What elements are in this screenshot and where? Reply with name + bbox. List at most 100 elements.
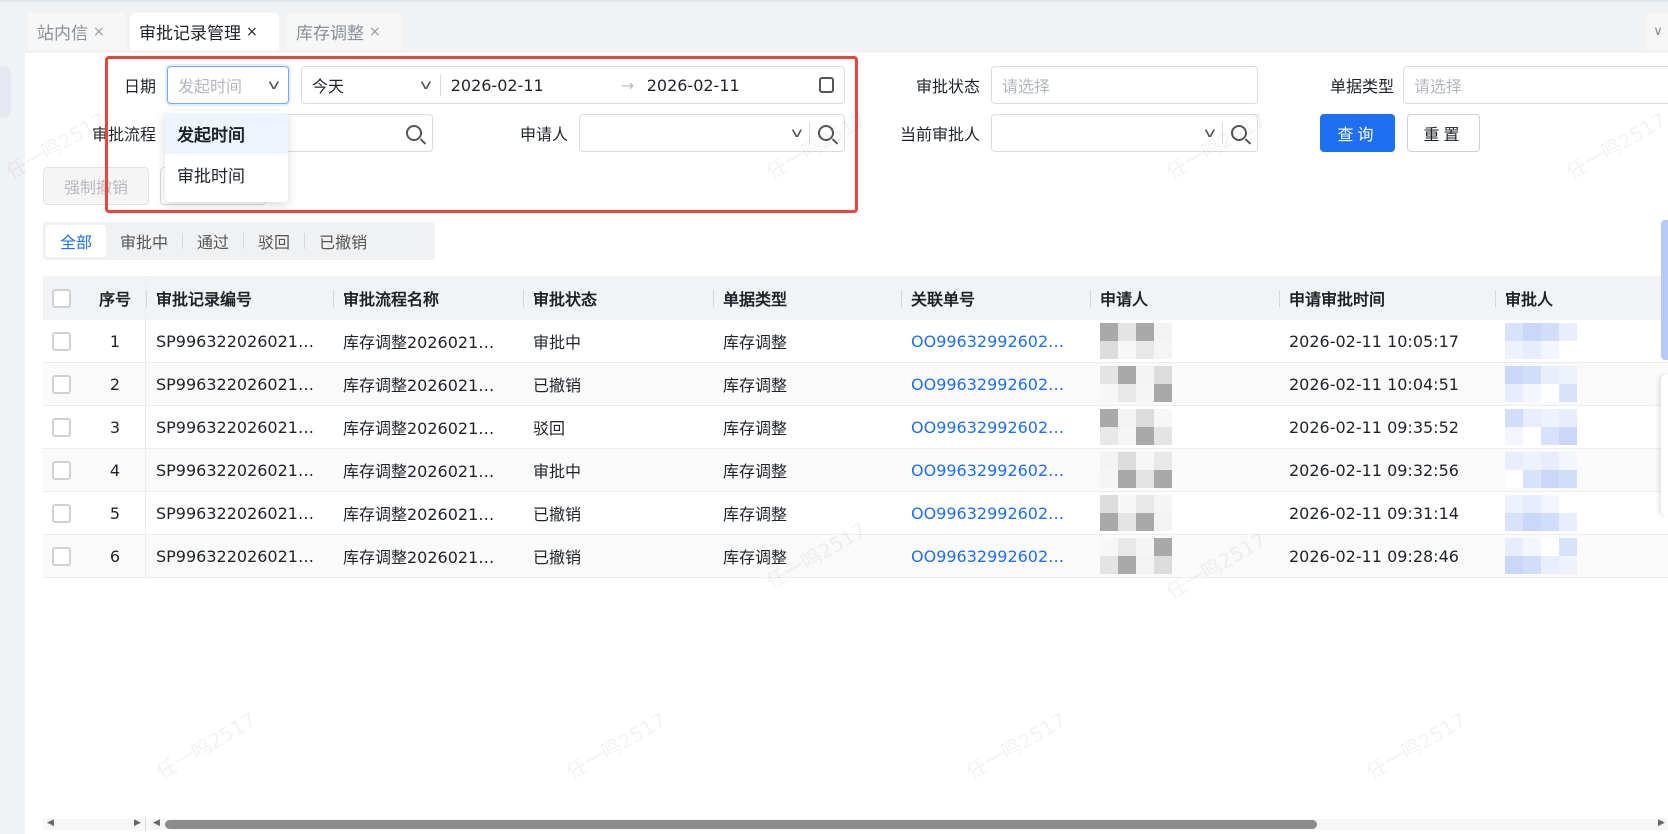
column-header: 申请审批时间 (1279, 276, 1495, 320)
doc-type: 库存调整 (723, 376, 788, 395)
column-header: 序号 (85, 276, 146, 320)
query-button[interactable]: 查询 (1320, 114, 1395, 152)
applicant-cell (1090, 492, 1279, 534)
scroll-left-arrow-icon[interactable]: ◀ (153, 818, 160, 828)
date-start-input[interactable]: 2026-02-11 (451, 76, 621, 95)
column-header: 审批记录编号 (146, 276, 333, 320)
tabs-more-button[interactable]: ∨ (1646, 13, 1668, 50)
row-select-cell (43, 535, 85, 577)
row-checkbox[interactable] (52, 417, 71, 437)
date-type-select[interactable]: 发起时间 v (167, 66, 289, 104)
date-preset-select[interactable]: 今天 (312, 73, 422, 97)
tab-station-message[interactable]: 站内信 × (28, 13, 126, 50)
current-approver-label: 当前审批人 (899, 125, 980, 144)
scroll-right-arrow-icon[interactable]: ▶ (134, 818, 141, 828)
status-select[interactable]: 请选择 (991, 66, 1258, 104)
tab-label: 审批记录管理 (139, 24, 241, 44)
search-icon[interactable] (406, 125, 422, 141)
column-header: 审批流程名称 (333, 276, 523, 320)
tab-inventory-adjust[interactable]: 库存调整 × (287, 13, 401, 50)
status-tab-all[interactable]: 全部 (46, 225, 107, 257)
select-all-checkbox[interactable] (52, 288, 71, 308)
blurred-applicant (1100, 495, 1172, 531)
tab-approval-records[interactable]: 审批记录管理 × (130, 13, 279, 50)
sidebar-active-indicator[interactable] (0, 66, 11, 118)
doc-type-label: 单据类型 (1329, 77, 1394, 96)
current-approver-select[interactable]: v (991, 114, 1258, 152)
approval-status: 已撤销 (533, 376, 582, 395)
table-row[interactable]: 2 SP996322026021… 库存调整2026021… 已撤销 库存调整 OO996… (43, 363, 1668, 406)
table-row[interactable]: 3 SP996322026021… 库存调整2026021… 驳回 库存调整 OO9963… (43, 406, 1668, 449)
calendar-icon[interactable] (819, 77, 834, 93)
date-range-picker[interactable]: 今天 v 2026-02-11 → 2026-02-11 (301, 66, 845, 104)
table-row[interactable]: 5 SP996322026021… 库存调整2026021… 已撤销 库存调整 OO996… (43, 492, 1668, 535)
side-panel-edge (1661, 375, 1668, 515)
column-header: 审批状态 (523, 276, 713, 320)
table-row[interactable]: 6 SP996322026021… 库存调整2026021… 已撤销 库存调整 OO996… (43, 535, 1668, 578)
status-label: 审批状态 (915, 77, 980, 96)
approval-status: 审批中 (533, 333, 582, 352)
applicant-select[interactable]: v (579, 114, 845, 152)
apply-time: 2026-02-11 09:35:52 (1289, 417, 1459, 437)
table-row[interactable]: 4 SP996322026021… 库存调整2026021… 审批中 库存调整 OO996… (43, 449, 1668, 492)
scroll-right-arrow-icon[interactable]: ▶ (1658, 818, 1665, 828)
record-number: SP996322026021… (156, 503, 314, 523)
close-icon[interactable]: × (246, 24, 258, 40)
related-doc-link[interactable]: OO99632992602… (901, 320, 1090, 362)
row-checkbox[interactable] (52, 331, 71, 351)
dropdown-option-approval-time[interactable]: 审批时间 (165, 154, 288, 195)
watermark: 任一鸣2517 (562, 707, 671, 784)
apply-time: 2026-02-11 09:31:14 (1289, 503, 1459, 523)
approval-records-table: 序号 审批记录编号 审批流程名称 审批状态 单据类型 关联单号 申请人 申请审批… (43, 276, 1668, 578)
close-icon[interactable]: × (93, 24, 105, 40)
related-doc-link[interactable]: OO99632992602… (901, 449, 1090, 491)
placeholder: 请选择 (1002, 77, 1051, 96)
doc-type-select[interactable]: 请选择 (1403, 66, 1668, 104)
scroll-left-arrow-icon[interactable]: ◀ (47, 818, 54, 828)
apply-time: 2026-02-11 10:04:51 (1289, 374, 1459, 394)
related-doc-link[interactable]: OO99632992602… (901, 406, 1090, 448)
row-checkbox[interactable] (52, 503, 71, 523)
status-tab-rejected[interactable]: 驳回 (244, 225, 304, 257)
status-tab-revoked[interactable]: 已撤销 (305, 225, 381, 257)
approver-cell (1495, 535, 1668, 577)
blurred-applicant (1100, 538, 1172, 574)
blurred-approver (1505, 366, 1577, 402)
divider (809, 122, 810, 144)
row-checkbox[interactable] (52, 546, 71, 566)
applicant-label: 申请人 (519, 125, 568, 144)
date-label: 日期 (123, 77, 156, 96)
row-number: 2 (85, 363, 146, 405)
search-icon[interactable] (818, 125, 834, 141)
row-checkbox[interactable] (52, 460, 71, 480)
status-tab-in-progress[interactable]: 审批中 (106, 225, 182, 257)
flow-name: 库存调整2026021… (343, 505, 495, 524)
approval-status: 驳回 (533, 419, 566, 438)
status-tab-approved[interactable]: 通过 (183, 225, 243, 257)
row-select-cell (43, 363, 85, 405)
horizontal-scrollbar-thumb[interactable] (165, 820, 1317, 829)
blurred-applicant (1100, 409, 1172, 445)
related-doc-link[interactable]: OO99632992602… (901, 492, 1090, 534)
approval-status: 已撤销 (533, 548, 582, 567)
blurred-approver (1505, 323, 1577, 359)
table-row[interactable]: 1 SP996322026021… 库存调整2026021… 审批中 库存调整 OO996… (43, 320, 1668, 363)
placeholder: 请选择 (1414, 77, 1463, 96)
related-doc-link[interactable]: OO99632992602… (901, 535, 1090, 577)
table-header: 序号 审批记录编号 审批流程名称 审批状态 单据类型 关联单号 申请人 申请审批… (43, 276, 1668, 320)
date-end-input[interactable]: 2026-02-11 (647, 76, 740, 95)
related-doc-link[interactable]: OO99632992602… (901, 363, 1090, 405)
chevron-down-icon: v (268, 77, 280, 93)
doc-type: 库存调整 (723, 333, 788, 352)
reset-button[interactable]: 重置 (1407, 114, 1480, 152)
side-drawer-handle[interactable] (1661, 220, 1668, 360)
blurred-applicant (1100, 452, 1172, 488)
approver-cell (1495, 406, 1668, 448)
force-revoke-button[interactable]: 强制撤销 (43, 167, 149, 205)
row-checkbox[interactable] (52, 374, 71, 394)
search-icon[interactable] (1231, 125, 1247, 141)
flow-label: 审批流程 (91, 125, 156, 144)
dropdown-option-start-time[interactable]: 发起时间 (165, 113, 288, 154)
row-select-cell (43, 449, 85, 491)
close-icon[interactable]: × (369, 24, 381, 40)
